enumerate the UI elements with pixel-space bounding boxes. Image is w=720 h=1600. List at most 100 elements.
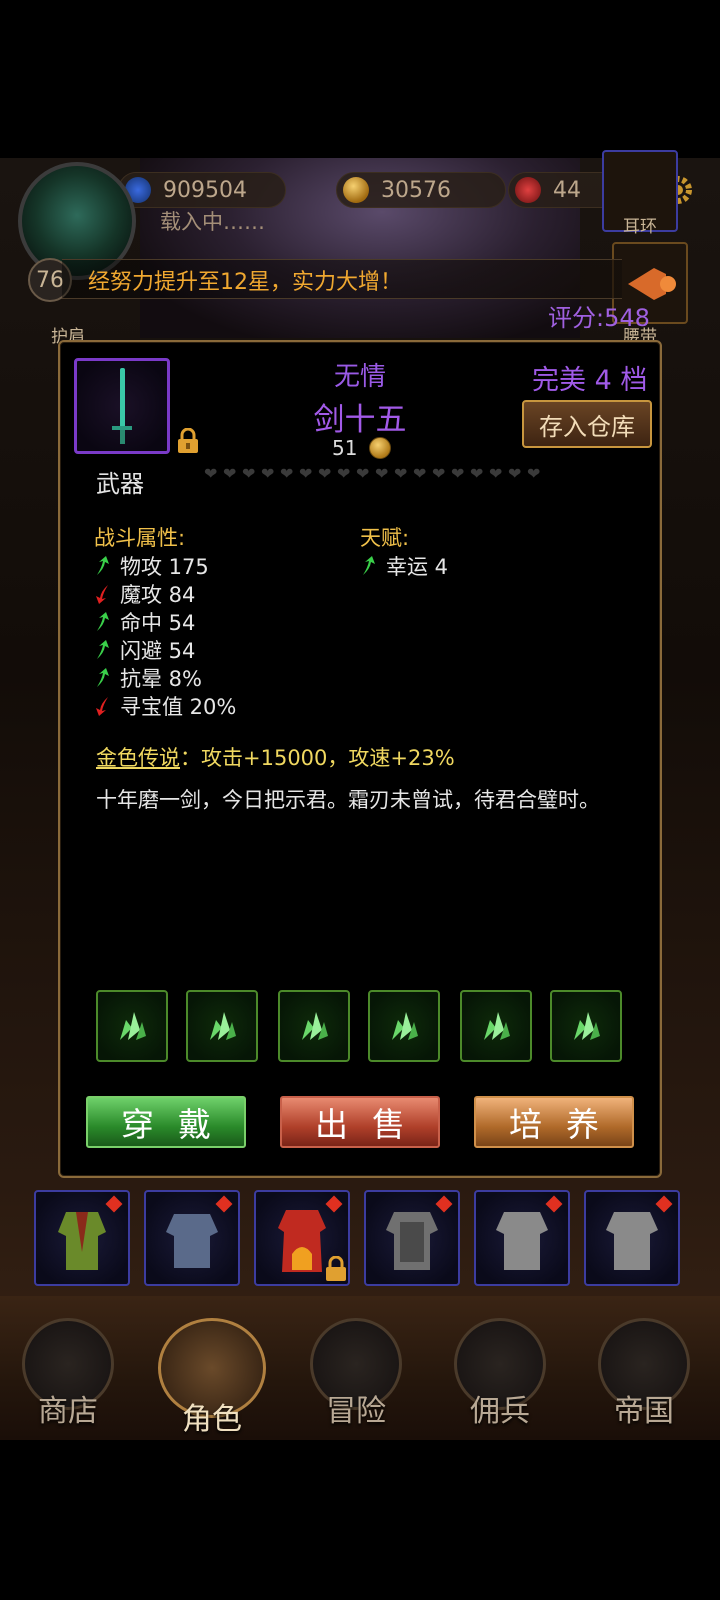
- heart-icon: ❤: [432, 464, 446, 483]
- legend-effect: 金色传说：攻击+15000，攻速+23%: [96, 742, 455, 772]
- legend-effect-text: ：攻击+15000，攻速+23%: [180, 746, 455, 770]
- arrow-up-icon: [97, 612, 109, 631]
- notice-text: 经努力提升至12星，实力大增！: [88, 270, 402, 295]
- coin-icon: [369, 437, 392, 459]
- sell-button[interactable]: 出售: [280, 1096, 440, 1148]
- combat-stats-list: 物攻 175 魔攻 84 命中 54 闪避 54 抗晕 8% 寻宝值 20%: [94, 552, 236, 720]
- green-crystal-icon: [392, 1012, 418, 1040]
- ruby-icon: [515, 177, 541, 203]
- talent-section: 天赋: 幸运 4: [360, 522, 448, 580]
- legend-name: 金色传说: [96, 746, 180, 770]
- stat-label: 寻宝值 20%: [120, 695, 237, 719]
- stat-label: 幸运 4: [386, 555, 449, 579]
- gem-slot[interactable]: [550, 990, 622, 1062]
- nav-crown[interactable]: 帝国: [584, 1318, 704, 1438]
- wear-button[interactable]: 穿戴: [86, 1096, 246, 1148]
- talent-list: 幸运 4: [360, 552, 448, 580]
- green-crystal-icon: [210, 1012, 236, 1040]
- inventory-slot[interactable]: [34, 1190, 130, 1286]
- inventory-slot[interactable]: [584, 1190, 680, 1286]
- item-rank: 完美 4 档: [532, 365, 648, 396]
- gold-coin-icon: [343, 177, 369, 203]
- nav-hero[interactable]: 角色: [152, 1318, 272, 1438]
- store-to-warehouse-button[interactable]: 存入仓库: [522, 400, 652, 448]
- arrow-up-icon: [97, 668, 109, 687]
- stat-row: 抗晕 8%: [94, 664, 236, 692]
- gem-slot[interactable]: [278, 990, 350, 1062]
- arrow-down-icon: [96, 585, 108, 604]
- gem-slot[interactable]: [96, 990, 168, 1062]
- green-crystal-icon: [302, 1012, 328, 1040]
- stat-label: 物攻 175: [120, 555, 209, 579]
- stat-row: 命中 54: [94, 608, 236, 636]
- stat-label: 抗晕 8%: [120, 667, 202, 691]
- score-text: 评分:548: [548, 304, 650, 332]
- arrow-down-icon: [96, 697, 108, 716]
- heart-icon: ❤: [261, 464, 275, 483]
- item-price: 51: [332, 436, 392, 460]
- heart-icon: ❤: [337, 464, 351, 483]
- item-name: 剑十五: [313, 402, 407, 438]
- gem-slot[interactable]: [460, 990, 532, 1062]
- arrow-up-icon: [97, 556, 109, 575]
- arrow-up-icon: [97, 640, 109, 659]
- nav-shop[interactable]: 商店: [8, 1318, 128, 1438]
- heart-icon: ❤: [527, 464, 541, 483]
- stat-row: 物攻 175: [94, 552, 236, 580]
- loading-text: 载入中……: [160, 210, 265, 234]
- stat-row: 魔攻 84: [94, 580, 236, 608]
- lock-icon[interactable]: [176, 428, 200, 454]
- inventory-slot[interactable]: [254, 1190, 350, 1286]
- heart-icon: ❤: [280, 464, 294, 483]
- heart-icon: ❤: [375, 464, 389, 483]
- stat-label: 闪避 54: [120, 639, 196, 663]
- player-level: 76: [36, 267, 64, 293]
- lock-icon: [326, 1256, 346, 1281]
- heart-icon: ❤: [508, 464, 522, 483]
- combat-stats-title: 战斗属性:: [94, 526, 186, 550]
- gold-amount: 30576: [381, 177, 451, 203]
- diamond-amount: 909504: [163, 177, 247, 203]
- heart-icon: ❤: [318, 464, 332, 483]
- item-quality: 无情: [333, 362, 386, 392]
- heart-icon: ❤: [356, 464, 370, 483]
- stat-row: 寻宝值 20%: [94, 692, 236, 720]
- gold-counter: 30576: [336, 172, 506, 208]
- train-button[interactable]: 培养: [474, 1096, 634, 1148]
- stat-label: 命中 54: [120, 611, 196, 635]
- heart-icon: ❤: [489, 464, 503, 483]
- inventory-slot[interactable]: [364, 1190, 460, 1286]
- ruby-amount: 44: [553, 177, 581, 203]
- nav-label: 冒险: [326, 1394, 386, 1429]
- inventory-slot[interactable]: [474, 1190, 570, 1286]
- gem-slot[interactable]: [368, 990, 440, 1062]
- talent-title: 天赋:: [360, 526, 410, 550]
- sword-icon: [112, 368, 132, 444]
- heart-icon: ❤: [451, 464, 465, 483]
- green-crystal-icon: [574, 1012, 600, 1040]
- heart-icon: ❤: [394, 464, 408, 483]
- nav-label: 角色: [182, 1402, 242, 1437]
- arrow-up-icon: [363, 556, 375, 575]
- item-icon-frame: [74, 358, 170, 454]
- item-type: 武器: [96, 470, 144, 498]
- heart-icon: ❤: [299, 464, 313, 483]
- star-hearts-row: ❤ ❤ ❤ ❤ ❤ ❤ ❤ ❤ ❤ ❤ ❤ ❤ ❤ ❤ ❤ ❤ ❤ ❤: [204, 466, 543, 482]
- nav-mercenary[interactable]: 佣兵: [440, 1318, 560, 1438]
- gem-slot[interactable]: [186, 990, 258, 1062]
- item-price-value: 51: [332, 436, 358, 460]
- combat-stats-section: 战斗属性: 物攻 175 魔攻 84 命中 54 闪避 54 抗晕 8% 寻宝值 20%: [94, 522, 236, 720]
- green-crystal-icon: [484, 1012, 510, 1040]
- heart-icon: ❤: [413, 464, 427, 483]
- nav-label: 商店: [38, 1394, 98, 1429]
- stat-label: 魔攻 84: [120, 583, 196, 607]
- inventory-slot[interactable]: [144, 1190, 240, 1286]
- nav-label: 佣兵: [470, 1394, 530, 1429]
- stat-row: 闪避 54: [94, 636, 236, 664]
- nav-crossed-swords[interactable]: 冒险: [296, 1318, 416, 1438]
- green-crystal-icon: [120, 1012, 146, 1040]
- stat-row: 幸运 4: [360, 552, 448, 580]
- flavor-text: 十年磨一剑，今日把示君。霜刃未曾试，待君合璧时。: [96, 788, 600, 812]
- heart-icon: ❤: [204, 464, 218, 483]
- heart-icon: ❤: [470, 464, 484, 483]
